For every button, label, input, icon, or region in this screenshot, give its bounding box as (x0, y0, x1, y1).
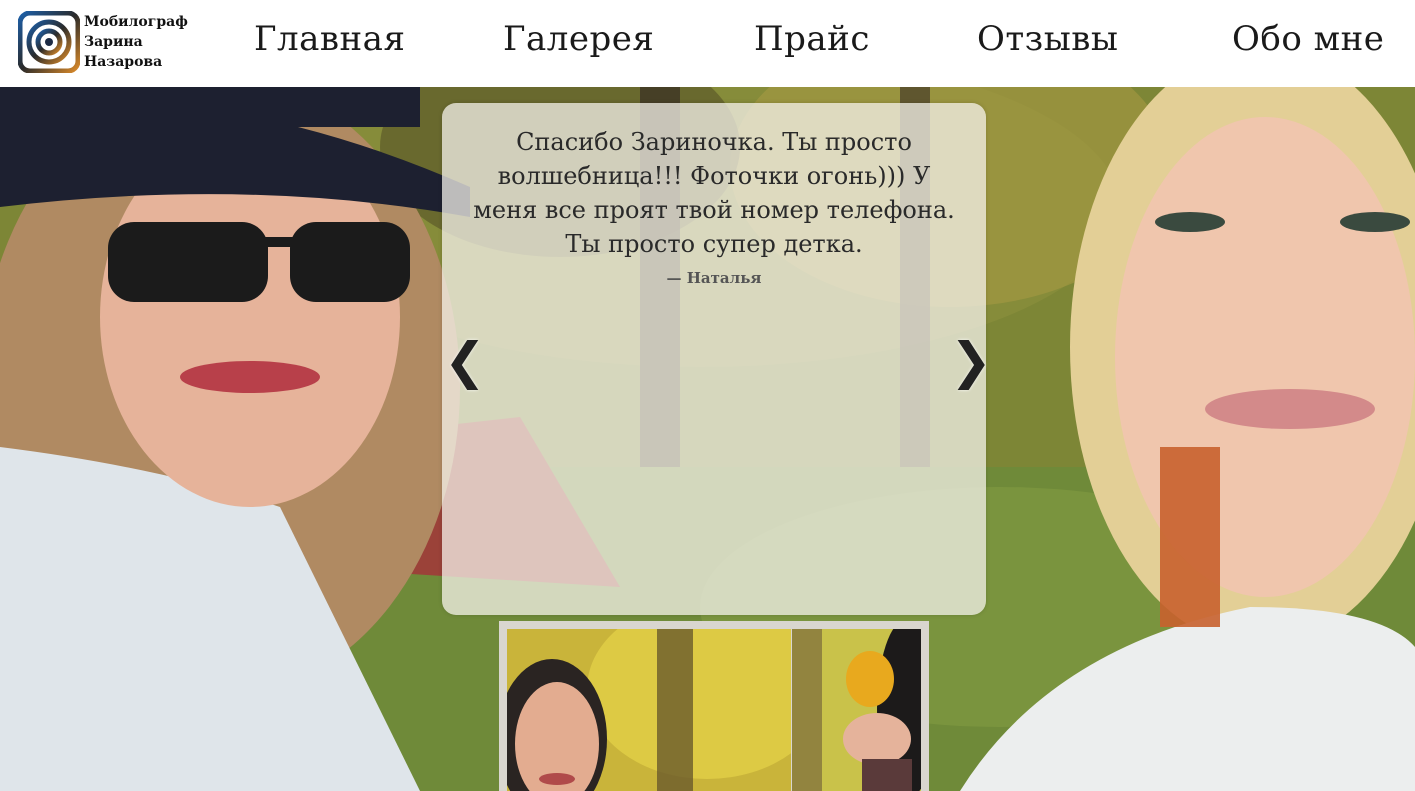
testimonial-quote: Спасибо Зариночка. Ты просто волшебница!… (473, 128, 955, 258)
thumbnail-image (792, 629, 921, 791)
nav-price[interactable]: Прайс (754, 14, 870, 64)
testimonial-author: — Наталья (666, 269, 762, 287)
chevron-left-icon[interactable]: ❮ (444, 331, 486, 391)
testimonial-card: Спасибо Зариночка. Ты просто волшебница!… (442, 103, 992, 615)
nav-home[interactable]: Главная (254, 14, 405, 64)
logo-text: Мобилограф Зарина Назарова (84, 12, 194, 72)
thumbnail-image (507, 629, 791, 791)
gallery-thumbnail[interactable] (507, 629, 791, 791)
nav-reviews[interactable]: Отзывы (977, 14, 1119, 64)
logo-line-2: Зарина (84, 34, 143, 50)
logo-line-1: Мобилограф (84, 14, 188, 30)
gallery-thumbnail-strip (499, 621, 929, 791)
chevron-right-icon[interactable]: ❯ (950, 331, 992, 391)
site-header: Мобилограф Зарина Назарова Главная Галер… (0, 0, 1415, 87)
site-logo[interactable]: Мобилограф Зарина Назарова (16, 10, 196, 76)
concentric-rings-logo-icon (18, 11, 80, 73)
logo-line-3: Назарова (84, 54, 163, 70)
nav-gallery[interactable]: Галерея (503, 14, 654, 64)
nav-about[interactable]: Обо мне (1232, 14, 1384, 64)
gallery-thumbnail[interactable] (792, 629, 921, 791)
